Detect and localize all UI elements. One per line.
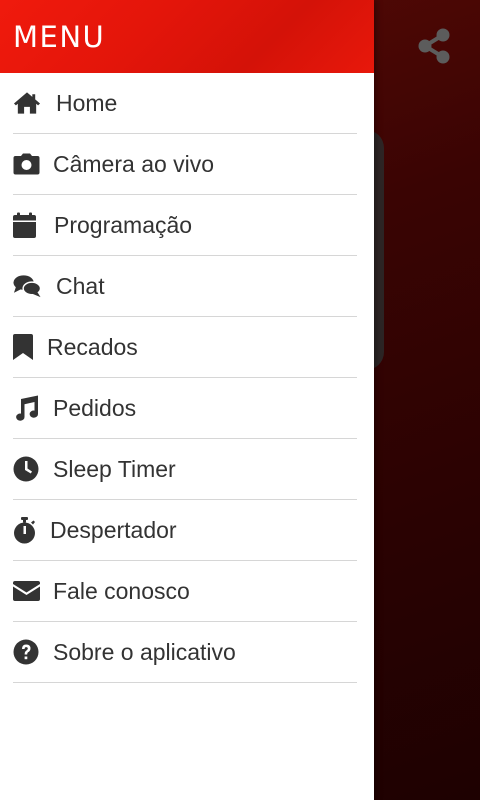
menu-item-home[interactable]: Home [13,73,357,134]
menu-item-pedidos[interactable]: Pedidos [13,378,357,439]
menu-item-despertador[interactable]: Despertador [13,500,357,561]
navigation-drawer: MENU Home Câmera ao vivo Programação Cha… [0,0,374,800]
menu-item-label: Chat [56,272,105,299]
share-button[interactable] [414,28,454,68]
stopwatch-icon [13,516,38,544]
menu-item-camera[interactable]: Câmera ao vivo [13,134,357,195]
menu-item-chat[interactable]: Chat [13,256,357,317]
clock-icon [13,455,41,483]
menu-item-label: Sobre o aplicativo [53,638,236,665]
envelope-icon [13,577,41,605]
menu-item-label: Recados [47,333,138,360]
menu-list: Home Câmera ao vivo Programação Chat Rec… [0,73,374,683]
drawer-header: MENU [0,0,374,73]
menu-item-label: Despertador [50,516,177,543]
menu-item-fale-conosco[interactable]: Fale conosco [13,561,357,622]
drawer-title: MENU [13,19,106,54]
camera-icon [13,150,41,178]
share-icon [416,27,452,70]
menu-item-label: Home [56,89,118,116]
question-circle-icon [13,638,41,666]
calendar-icon [13,211,41,239]
menu-item-label: Programação [54,211,193,238]
bookmark-icon [13,333,35,361]
music-note-icon [13,394,41,422]
menu-item-label: Pedidos [53,394,137,421]
menu-item-sleep-timer[interactable]: Sleep Timer [13,439,357,500]
menu-item-label: Sleep Timer [53,455,176,482]
home-icon [13,89,41,117]
chat-icon [13,272,41,300]
app-screen: MENU Home Câmera ao vivo Programação Cha… [0,0,480,800]
menu-item-label: Câmera ao vivo [53,150,215,177]
menu-item-label: Fale conosco [53,577,190,604]
menu-item-programacao[interactable]: Programação [13,195,357,256]
menu-item-sobre[interactable]: Sobre o aplicativo [13,622,357,683]
menu-item-recados[interactable]: Recados [13,317,357,378]
